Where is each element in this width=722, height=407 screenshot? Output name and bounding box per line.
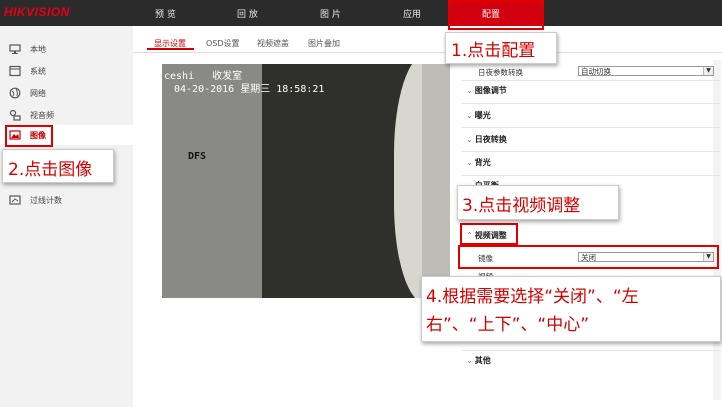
active-tab-indicator (147, 48, 194, 50)
section-label: 日夜转换 (474, 135, 507, 144)
system-icon (9, 65, 21, 77)
highlight-video-adjust (460, 223, 518, 245)
callout-step3-text: 3.点击视频调整 (462, 196, 581, 216)
divider (462, 127, 720, 128)
section-label: 其他 (474, 356, 491, 365)
panel-scrollbar[interactable] (713, 60, 721, 400)
sidebar-item-label: 系统 (30, 67, 46, 76)
sidebar-item-local[interactable]: 本地 (0, 39, 133, 59)
sub-tab-bar: 显示设置 OSD设置 视频遮盖 图片叠加 (133, 26, 722, 53)
video-preview: ceshi 收发室 04-20-2016 星期三 18:58:21 DFS (162, 64, 450, 298)
divider (462, 350, 720, 351)
chevron-down-icon: ⌄ (466, 111, 473, 120)
tab-picture-overlay[interactable]: 图片叠加 (308, 38, 340, 49)
section-image-adjust[interactable]: ⌄ 图像调节 (466, 85, 507, 96)
sidebar-item-label: 过线计数 (30, 196, 62, 205)
osd-timestamp: 04-20-2016 星期三 18:58:21 (174, 84, 325, 95)
section-label: 图像调节 (474, 86, 507, 95)
divider (462, 175, 720, 176)
chevron-down-icon: ▼ (703, 67, 713, 75)
chevron-down-icon: ⌄ (466, 158, 473, 167)
nav-playback[interactable]: 回 放 (237, 7, 258, 20)
nav-preview[interactable]: 预 览 (155, 7, 176, 20)
divider (462, 151, 720, 152)
sidebar-item-network[interactable]: 网络 (0, 83, 133, 103)
callout-step3: 3.点击视频调整 (457, 185, 619, 220)
callout-step4-line2: 右”、“上下”、“中心” (426, 315, 590, 335)
sidebar-item-audio-video[interactable]: 视音频 (0, 105, 133, 125)
tab-osd-settings[interactable]: OSD设置 (206, 38, 240, 49)
sidebar-item-system[interactable]: 系统 (0, 61, 133, 81)
highlight-image-item (5, 125, 53, 147)
divider (462, 80, 720, 81)
globe-icon (9, 87, 21, 99)
highlight-mirror-row (458, 245, 719, 269)
section-label: 背光 (474, 158, 491, 167)
section-backlight[interactable]: ⌄ 背光 (466, 157, 491, 168)
video-wall-region (162, 64, 262, 298)
callout-step1: 1.点击配置 (445, 32, 557, 64)
section-day-night-switch[interactable]: ⌄ 日夜转换 (466, 134, 507, 145)
tab-privacy-mask[interactable]: 视频遮盖 (257, 38, 289, 49)
chevron-down-icon: ⌄ (466, 356, 473, 365)
sidebar-item-label: 本地 (30, 45, 46, 54)
chevron-down-icon: ⌄ (466, 135, 473, 144)
monitor-icon (9, 43, 21, 55)
chevron-down-icon: ⌄ (466, 86, 473, 95)
sidebar-item-label: 视音频 (30, 111, 54, 120)
top-navigation-bar: HIKVISION 预 览 回 放 图 片 应用 配置 (0, 0, 722, 26)
section-label: 曝光 (474, 111, 491, 120)
audio-video-icon (9, 109, 21, 121)
osd-dfs: DFS (188, 151, 207, 162)
callout-step1-text: 1.点击配置 (451, 41, 536, 61)
callout-step2-text: 2.点击图像 (8, 160, 93, 180)
callout-step2: 2.点击图像 (2, 149, 114, 183)
callout-step4-line1: 4.根据需要选择“关闭”、“左 (426, 287, 639, 307)
callout-step4: 4.根据需要选择“关闭”、“左 右”、“上下”、“中心” (421, 276, 721, 342)
section-other[interactable]: ⌄ 其他 (466, 355, 491, 366)
nav-picture[interactable]: 图 片 (320, 7, 341, 20)
video-curtain-shadow (422, 64, 450, 298)
day-night-param-select[interactable]: 自动切换 ▼ (578, 66, 714, 76)
sidebar-item-line-counting[interactable]: 过线计数 (0, 190, 133, 210)
day-night-param-label: 日夜参数转换 (478, 68, 523, 77)
section-exposure[interactable]: ⌄ 曝光 (466, 110, 491, 121)
divider (462, 103, 720, 104)
nav-application[interactable]: 应用 (403, 7, 421, 20)
hikvision-logo: HIKVISION (4, 5, 70, 19)
counting-icon (9, 194, 21, 206)
sidebar: 本地 系统 网络 视音频 图像 过线计数 (0, 26, 133, 407)
day-night-param-value: 自动切换 (581, 67, 611, 76)
sidebar-item-label: 网络 (30, 89, 46, 98)
highlight-config-tab (448, 0, 544, 30)
